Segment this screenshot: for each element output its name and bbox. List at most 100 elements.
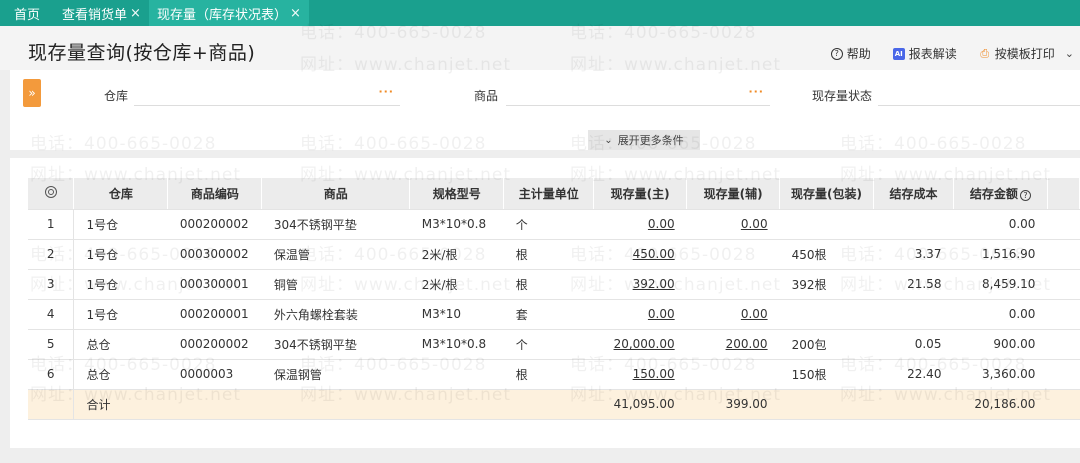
cell-goods: 铜管	[261, 269, 410, 300]
qty-main-link[interactable]: 392.00	[633, 277, 675, 291]
table-row[interactable]: 6 总仓 0000003 保温钢管 根 150.00 150根 22.40 3,…	[28, 359, 1080, 390]
cell-cost: 22.40	[873, 359, 954, 390]
column-header-qty-aux[interactable]: 现存量(辅)	[686, 178, 781, 210]
cell-cost	[873, 299, 954, 330]
cell-goods: 保温管	[261, 239, 410, 270]
help-label: 帮助	[846, 47, 871, 61]
chevron-down-icon[interactable]: ⌄	[1065, 47, 1074, 60]
column-header-qty-main[interactable]: 现存量(主)	[593, 178, 688, 210]
cell-qty-main[interactable]: 20,000.00	[593, 329, 687, 360]
tab-home[interactable]: 首页	[0, 0, 54, 26]
column-header-warehouse[interactable]: 仓库	[73, 178, 169, 210]
cell-amount: 3,360.00	[953, 359, 1048, 390]
cell-spec: 2米/根	[409, 239, 504, 270]
tab-home-label: 首页	[14, 7, 41, 23]
cell-qty-aux[interactable]: 0.00	[686, 209, 780, 240]
inventory-table: 仓库 商品编码 商品 规格型号 主计量单位 现存量(主) 现存量(辅) 现存量(…	[28, 178, 1080, 420]
double-chevron-right-icon: »	[28, 86, 36, 100]
column-header-spec[interactable]: 规格型号	[409, 178, 505, 210]
qty-main-link[interactable]: 450.00	[633, 247, 675, 261]
help-icon[interactable]: ?	[1019, 189, 1031, 201]
qty-main-link[interactable]: 20,000.00	[614, 337, 675, 351]
row-number: 2	[28, 239, 75, 270]
cell-warehouse: 1号仓	[73, 239, 168, 270]
cell-qty-aux[interactable]: 0.00	[686, 299, 780, 330]
goods-filter-input[interactable]: ···	[506, 82, 770, 106]
cell-goods: 304不锈钢平垫	[261, 209, 410, 240]
report-interpret-button[interactable]: AI 报表解读	[892, 45, 957, 62]
column-header-amount[interactable]: 结存金额?	[953, 178, 1048, 210]
cell-qty-aux[interactable]	[686, 239, 780, 270]
close-icon[interactable]: ×	[130, 6, 141, 21]
cell-code: 000200002	[167, 209, 262, 240]
tab-bar: 首页 查看销货单 × 现存量（库存状况表） ×	[0, 0, 1080, 26]
cell-qty-aux[interactable]: 200.00	[686, 329, 780, 360]
cell-qty-aux[interactable]	[686, 269, 780, 300]
cell-unit: 套	[503, 299, 594, 330]
row-number: 5	[28, 329, 75, 360]
tab-inventory-status[interactable]: 现存量（库存状况表） ×	[148, 0, 309, 26]
column-header-code[interactable]: 商品编码	[167, 178, 263, 210]
cell-warehouse: 1号仓	[73, 269, 168, 300]
close-icon[interactable]: ×	[290, 6, 301, 21]
column-header-unit[interactable]: 主计量单位	[503, 178, 595, 210]
cell-qty-pack: 150根	[779, 359, 874, 390]
qty-aux-link[interactable]: 200.00	[726, 337, 768, 351]
qty-aux-link[interactable]: 0.00	[741, 307, 768, 321]
column-settings-cell[interactable]	[28, 178, 75, 210]
qty-main-link[interactable]: 0.00	[648, 217, 675, 231]
help-button[interactable]: ? 帮助	[830, 45, 871, 62]
qty-main-link[interactable]: 0.00	[648, 307, 675, 321]
column-header-qty-pack[interactable]: 现存量(包装)	[779, 178, 875, 210]
template-print-button[interactable]: ⎙ 按模板打印 ⌄	[979, 45, 1074, 62]
cell-qty-main[interactable]: 150.00	[593, 359, 687, 390]
warehouse-filter-label: 仓库	[104, 89, 129, 103]
cell-unit: 个	[503, 209, 594, 240]
cell-spec: 2米/根	[409, 269, 504, 300]
cell-warehouse: 1号仓	[73, 209, 168, 240]
qty-aux-link[interactable]: 0.00	[741, 217, 768, 231]
help-icon: ?	[830, 47, 843, 60]
cell-qty-aux[interactable]	[686, 359, 780, 390]
cell-code: 000300001	[167, 269, 262, 300]
expand-more-conditions-label: 展开更多条件	[617, 134, 684, 147]
qty-main-link[interactable]: 150.00	[633, 367, 675, 381]
cell-unit: 根	[503, 359, 594, 390]
table-row[interactable]: 1 1号仓 000200002 304不锈钢平垫 M3*10*0.8 个 0.0…	[28, 209, 1080, 240]
cell-warehouse: 总仓	[73, 359, 168, 390]
cell-goods: 保温钢管	[261, 359, 410, 390]
cell-qty-pack: 450根	[779, 239, 874, 270]
cell-qty-main[interactable]: 450.00	[593, 239, 687, 270]
column-header-cost[interactable]: 结存成本	[873, 178, 954, 210]
cell-qty-main[interactable]: 0.00	[593, 299, 687, 330]
expand-more-conditions-button[interactable]: ⌄ 展开更多条件	[588, 130, 700, 150]
cell-warehouse: 1号仓	[73, 299, 168, 330]
cell-qty-pack: 392根	[779, 269, 874, 300]
total-row: 合计 41,095.00 399.00 20,186.00	[28, 389, 1080, 420]
total-qty-main: 41,095.00	[593, 389, 687, 420]
column-header-goods[interactable]: 商品	[261, 178, 411, 210]
cell-cost: 0.05	[873, 329, 954, 360]
more-dots-icon[interactable]: ···	[748, 85, 764, 98]
gear-icon[interactable]	[44, 185, 57, 198]
cell-amount: 0.00	[953, 299, 1048, 330]
row-number: 3	[28, 269, 75, 300]
stock-status-filter-input[interactable]	[878, 82, 1080, 106]
more-dots-icon[interactable]: ···	[378, 85, 394, 98]
cell-unit: 个	[503, 329, 594, 360]
total-label: 合计	[73, 389, 168, 420]
expand-sidebar-button[interactable]: »	[23, 79, 41, 107]
table-row[interactable]: 2 1号仓 000300002 保温管 2米/根 根 450.00 450根 3…	[28, 239, 1080, 270]
cell-qty-main[interactable]: 0.00	[593, 209, 687, 240]
warehouse-filter-input[interactable]: ···	[134, 82, 400, 106]
cell-code: 0000003	[167, 359, 262, 390]
table-row[interactable]: 3 1号仓 000300001 铜管 2米/根 根 392.00 392根 21…	[28, 269, 1080, 300]
page-header: 现存量查询(按仓库+商品) ? 帮助 AI 报表解读 ⎙ 按模板打印 ⌄	[0, 26, 1080, 70]
table-row[interactable]: 5 总仓 000200002 304不锈钢平垫 M3*10*0.8 个 20,0…	[28, 329, 1080, 360]
tab-sales-order[interactable]: 查看销货单 ×	[54, 0, 149, 26]
cell-qty-main[interactable]: 392.00	[593, 269, 687, 300]
total-qty-aux: 399.00	[686, 389, 780, 420]
table-row[interactable]: 4 1号仓 000200001 外六角螺栓套装 M3*10 套 0.00 0.0…	[28, 299, 1080, 330]
cell-amount: 8,459.10	[953, 269, 1048, 300]
cell-warehouse: 总仓	[73, 329, 168, 360]
